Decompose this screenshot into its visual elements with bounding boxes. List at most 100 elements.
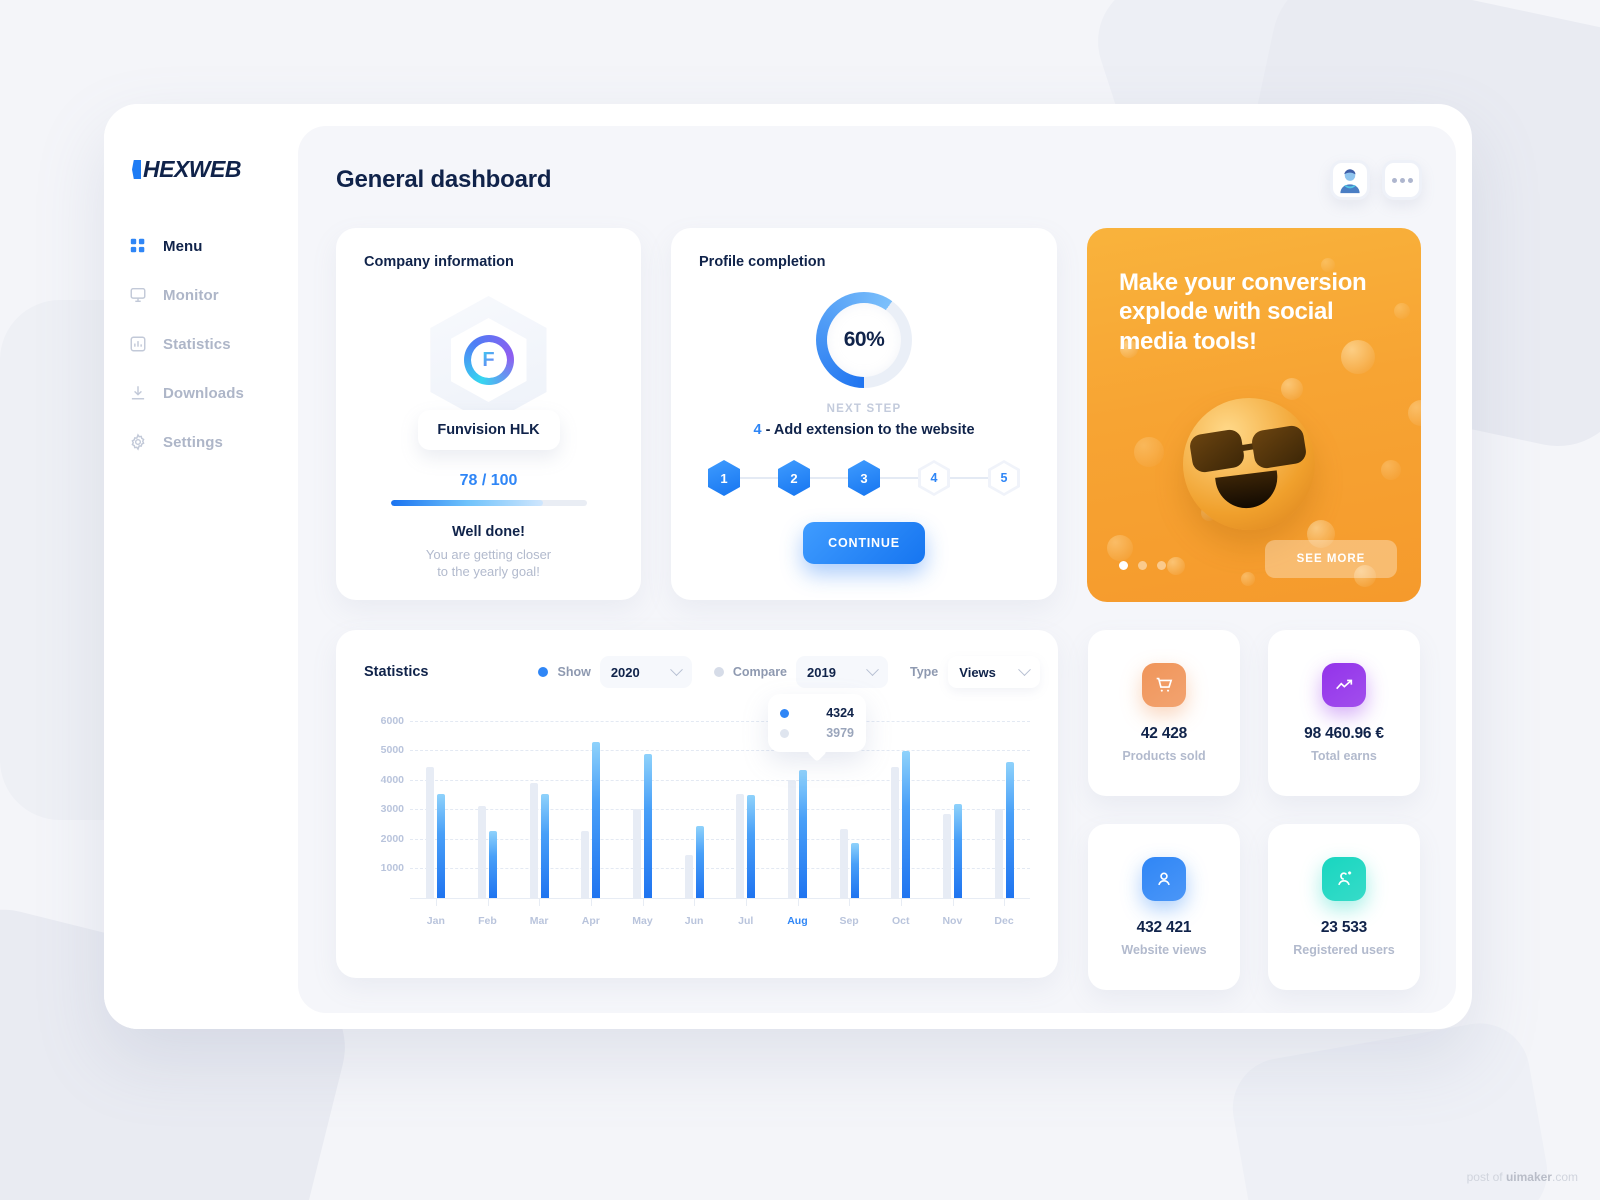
chart-bar-previous <box>787 780 796 898</box>
chart-axis-tick <box>642 898 644 906</box>
show-control[interactable]: Show 2020 <box>538 656 692 688</box>
chart-bar-group[interactable] <box>568 706 614 898</box>
user-icon <box>1142 857 1186 901</box>
carousel-dot-3[interactable] <box>1157 561 1166 570</box>
chart-x-label: Apr <box>581 915 600 927</box>
topbar-actions <box>1330 160 1422 200</box>
kpi-products-sold[interactable]: 42 428 Products sold <box>1088 630 1240 796</box>
show-radio-icon[interactable] <box>538 667 549 677</box>
step-connector <box>810 477 848 479</box>
compare-year-select[interactable]: 2019 <box>796 656 889 688</box>
kpi-label: Registered users <box>1293 943 1395 957</box>
next-step-description: - Add extension to the website <box>765 422 975 438</box>
chart-axis-tick <box>487 898 489 906</box>
chart-bar-current <box>902 750 911 898</box>
sidebar-item-label: Downloads <box>163 384 244 402</box>
company-note-line1: You are getting closer <box>425 547 552 562</box>
brand-logo[interactable]: HEXWEB <box>132 156 298 183</box>
kpi-website-views[interactable]: 432 421 Website views <box>1088 824 1240 990</box>
chart-bar-group[interactable] <box>619 706 665 898</box>
bar-chart-icon <box>128 334 148 354</box>
statistics-chart: 1000 2000 3000 4000 5000 6000 Jan Feb Mar Apr May… <box>364 694 1030 936</box>
carousel-dots[interactable] <box>1119 561 1166 570</box>
sidebar-item-menu[interactable]: Menu <box>128 229 298 263</box>
chart-bar-group[interactable] <box>413 706 459 898</box>
type-control[interactable]: Type Views <box>910 656 1041 688</box>
company-logo-ring-icon: F <box>463 335 514 385</box>
page-title: General dashboard <box>336 166 552 193</box>
chart-bar-group[interactable] <box>671 706 717 898</box>
compare-label: Compare <box>732 665 788 679</box>
step-connector <box>740 477 778 479</box>
company-note-line2: to the yearly goal! <box>437 563 540 579</box>
next-step-label: NEXT STEP <box>826 403 902 415</box>
company-score-progress-fill <box>390 500 544 506</box>
promo-bubble <box>1380 459 1401 480</box>
tooltip-row-previous: 3979 <box>780 723 854 743</box>
compare-radio-icon[interactable] <box>713 667 724 677</box>
sidebar-item-monitor[interactable]: Monitor <box>128 278 298 312</box>
compare-year-value: 2019 <box>807 664 836 680</box>
kpi-registered-users[interactable]: 23 533 Registered users <box>1268 824 1420 990</box>
kpi-total-earns[interactable]: 98 460.96 € Total earns <box>1268 630 1420 796</box>
chart-bar-group[interactable] <box>723 706 769 898</box>
watermark-brand: uimaker <box>1505 1170 1552 1184</box>
company-note: You are getting closer to the yearly goa… <box>364 547 613 581</box>
more-horizontal-icon[interactable] <box>1382 160 1422 200</box>
chart-bar-group[interactable] <box>929 706 975 898</box>
step-hex-3[interactable]: 3 <box>848 460 880 496</box>
step-hex-2[interactable]: 2 <box>778 460 810 496</box>
type-select[interactable]: Views <box>948 656 1041 688</box>
carousel-dot-1[interactable] <box>1119 561 1128 570</box>
promo-bubble <box>1107 534 1134 561</box>
see-more-button[interactable]: SEE MORE <box>1265 540 1397 578</box>
continue-button[interactable]: CONTINUE <box>803 522 925 564</box>
show-year-select[interactable]: 2020 <box>599 656 692 688</box>
step-hex-label: 5 <box>991 463 1017 493</box>
sunglasses-glyph <box>1188 424 1308 474</box>
dots-glyph <box>1391 177 1413 183</box>
carousel-dot-2[interactable] <box>1138 561 1147 570</box>
promo-title: Make your conversion explode with social… <box>1119 269 1367 355</box>
kpi-label: Total earns <box>1311 749 1377 763</box>
chart-x-label: Dec <box>994 915 1014 927</box>
brand-name: HEXWEB <box>143 156 241 182</box>
chart-axis-tick <box>849 898 851 906</box>
step-hex-5[interactable]: 5 <box>988 460 1020 496</box>
chart-axis-tick <box>900 898 902 906</box>
sidebar-item-settings[interactable]: Settings <box>128 425 298 459</box>
chart-bar-group[interactable] <box>878 706 924 898</box>
chart-bar-previous <box>994 809 1003 898</box>
user-avatar-icon[interactable] <box>1330 160 1370 200</box>
chart-bar-group[interactable] <box>981 706 1027 898</box>
chart-axis-tick <box>1004 898 1006 906</box>
step-connector <box>950 477 988 479</box>
company-logo: F <box>364 296 613 424</box>
kpi-value: 23 533 <box>1320 919 1368 936</box>
chart-x-label: Jan <box>426 915 445 927</box>
tooltip-previous-dot-icon <box>780 728 789 738</box>
chart-axis-tick <box>694 898 696 906</box>
statistics-toolbar: Statistics Show 2020 Compare 2019 Type V… <box>364 656 1041 688</box>
sidebar-item-downloads[interactable]: Downloads <box>128 376 298 410</box>
step-hex-4[interactable]: 4 <box>918 460 950 496</box>
compare-control[interactable]: Compare 2019 <box>713 656 889 688</box>
kpi-value: 42 428 <box>1140 725 1188 742</box>
promo-bubble <box>1407 400 1421 427</box>
chart-y-tick: 6000 <box>380 714 404 727</box>
chevron-down-icon <box>669 662 683 676</box>
kpi-label: Website views <box>1121 943 1207 957</box>
next-step-number: 4 <box>753 422 762 438</box>
chart-bar-group[interactable] <box>464 706 510 898</box>
step-hex-1[interactable]: 1 <box>708 460 740 496</box>
company-headline: Well done! <box>451 524 526 540</box>
chart-bar-group[interactable] <box>516 706 562 898</box>
promo-bubble <box>1280 377 1303 400</box>
company-name: Funvision HLK <box>417 410 560 450</box>
card-title: Profile completion <box>699 254 826 270</box>
completion-ring-center: 60% <box>827 303 901 377</box>
hexagon-outer-icon: F <box>430 296 547 424</box>
sidebar-item-statistics[interactable]: Statistics <box>128 327 298 361</box>
promo-banner-card[interactable]: Make your conversion explode with social… <box>1087 228 1421 602</box>
chart-y-tick: 5000 <box>380 744 404 757</box>
